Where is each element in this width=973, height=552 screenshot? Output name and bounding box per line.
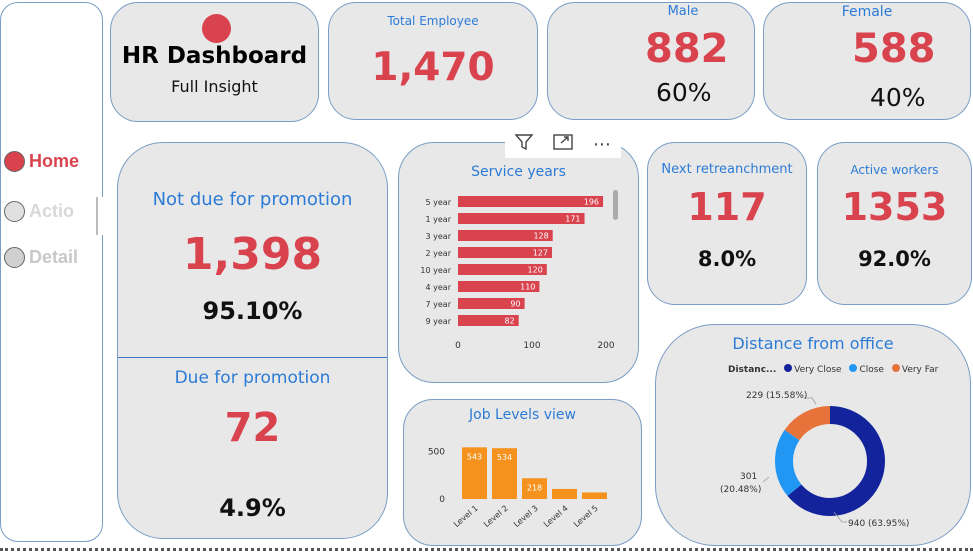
- distance-donut-chart: [762, 397, 885, 523]
- title-card: HR Dashboard Full Insight: [110, 2, 319, 122]
- due-value: 72: [224, 405, 281, 451]
- dashboard-title: HR Dashboard: [121, 43, 308, 69]
- total-employee-card: Total Employee 1,470: [328, 2, 538, 120]
- male-card: Male 882 60%: [547, 2, 755, 120]
- retrenchment-label: Next retreanchment: [661, 162, 793, 177]
- service-bar-value: 196: [584, 198, 599, 207]
- filter-icon[interactable]: [514, 132, 534, 156]
- job-category-label: Level 3: [512, 504, 540, 529]
- job-bar-value: 218: [527, 483, 542, 492]
- female-card: Female 588 40%: [763, 2, 971, 120]
- retrenchment-card: Next retreanchment 117 8.0%: [647, 142, 807, 305]
- service-x-tick: 0: [455, 341, 461, 351]
- active-workers-label: Active workers: [850, 163, 939, 177]
- retrenchment-value: 117: [687, 185, 767, 229]
- not-due-label: Not due for promotion: [152, 189, 353, 210]
- service-category-label: 9 year: [426, 317, 452, 326]
- service-years-card: Service years 5 year 196 1 year 171 3 year 12…: [398, 142, 639, 383]
- job-bar: [582, 492, 607, 499]
- male-label: Male: [667, 4, 699, 19]
- label-close-count: 301: [740, 472, 758, 482]
- job-bar-value: 534: [497, 453, 512, 462]
- nav-item-home[interactable]: Home: [4, 151, 79, 172]
- nav-item-action-label: Actio: [29, 201, 74, 221]
- service-bar-value: 171: [565, 215, 580, 224]
- service-years-chart: 5 year 196 1 year 171 3 year 128 2 year 127 10 y…: [420, 196, 615, 351]
- service-category-label: 1 year: [426, 215, 452, 224]
- leader-line-close: [762, 476, 770, 483]
- service-bar-value: 127: [533, 249, 548, 258]
- male-value: 882: [645, 26, 729, 72]
- nav-item-detail[interactable]: Detail: [4, 247, 78, 268]
- due-label: Due for promotion: [174, 368, 331, 388]
- job-y-tick: 500: [428, 447, 445, 457]
- not-due-value: 1,398: [182, 229, 323, 280]
- focus-mode-icon[interactable]: [552, 132, 574, 156]
- home-dot-icon: [4, 151, 25, 172]
- detail-dot-icon: [4, 247, 25, 268]
- due-percent: 4.9%: [219, 494, 286, 522]
- job-category-label: Level 4: [542, 504, 570, 529]
- service-category-label: 10 year: [420, 266, 451, 275]
- service-category-label: 4 year: [426, 283, 452, 292]
- page-bottom-border: [0, 548, 973, 551]
- job-levels-card: Job Levels view 0 500 543 Level 1 534 Level 2…: [403, 399, 642, 546]
- label-very-far: 229 (15.58%): [746, 391, 808, 401]
- service-bar-value: 90: [510, 300, 520, 309]
- more-options-icon[interactable]: ⋯: [593, 134, 612, 155]
- job-levels-chart: 0500 543Level 1534Level 2218Level 3 Level …: [428, 447, 607, 529]
- promotion-card: Not due for promotion 1,398 95.10% Due f…: [117, 142, 388, 539]
- service-category-label: 2 year: [426, 249, 452, 258]
- retrenchment-percent: 8.0%: [697, 247, 757, 271]
- service-bar-value: 110: [520, 283, 535, 292]
- service-bar-value: 120: [528, 266, 543, 275]
- dashboard-subtitle: Full Insight: [171, 77, 258, 96]
- job-bar: [552, 488, 577, 499]
- label-close-pct: (20.48%): [720, 485, 762, 495]
- female-value: 588: [852, 26, 936, 72]
- nav-item-detail-label: Detail: [29, 247, 79, 267]
- distance-card: Distance from office Distanc... Very Clo…: [655, 324, 971, 546]
- service-scrollbar[interactable]: [613, 190, 618, 220]
- service-category-label: 7 year: [426, 300, 452, 309]
- total-employee-value: 1,470: [371, 45, 495, 90]
- job-y-tick: 0: [439, 495, 445, 505]
- promotion-divider: [118, 357, 387, 358]
- job-category-label: Level 2: [482, 504, 510, 529]
- service-bar: [458, 196, 604, 207]
- female-percent: 40%: [870, 83, 926, 112]
- active-workers-card: Active workers 1353 92.0%: [817, 142, 972, 305]
- nav-panel: Home Actio Detail: [0, 2, 105, 542]
- service-x-tick: 200: [597, 341, 614, 351]
- label-very-close: 940 (63.95%): [848, 519, 910, 529]
- service-bar-value: 128: [533, 232, 548, 241]
- service-x-tick: 100: [523, 341, 540, 351]
- service-bar-value: 82: [504, 317, 514, 326]
- service-category-label: 3 year: [426, 232, 452, 241]
- visual-header-toolbar: ⋯: [505, 130, 621, 158]
- service-category-label: 5 year: [426, 198, 452, 207]
- active-workers-percent: 92.0%: [858, 247, 931, 271]
- job-category-label: Level 1: [452, 504, 480, 529]
- nav-item-home-label: Home: [29, 151, 80, 171]
- action-dot-icon: [4, 201, 25, 222]
- male-percent: 60%: [656, 78, 712, 107]
- female-label: Female: [841, 4, 893, 20]
- job-category-label: Level 5: [572, 504, 600, 529]
- total-employee-label: Total Employee: [387, 14, 479, 28]
- nav-scroll-marker: [96, 197, 105, 235]
- not-due-percent: 95.10%: [202, 297, 303, 325]
- logo-dot-icon: [202, 14, 231, 43]
- job-bar-value: 543: [467, 452, 482, 461]
- active-workers-value: 1353: [841, 185, 948, 229]
- nav-item-action[interactable]: Actio: [4, 201, 74, 222]
